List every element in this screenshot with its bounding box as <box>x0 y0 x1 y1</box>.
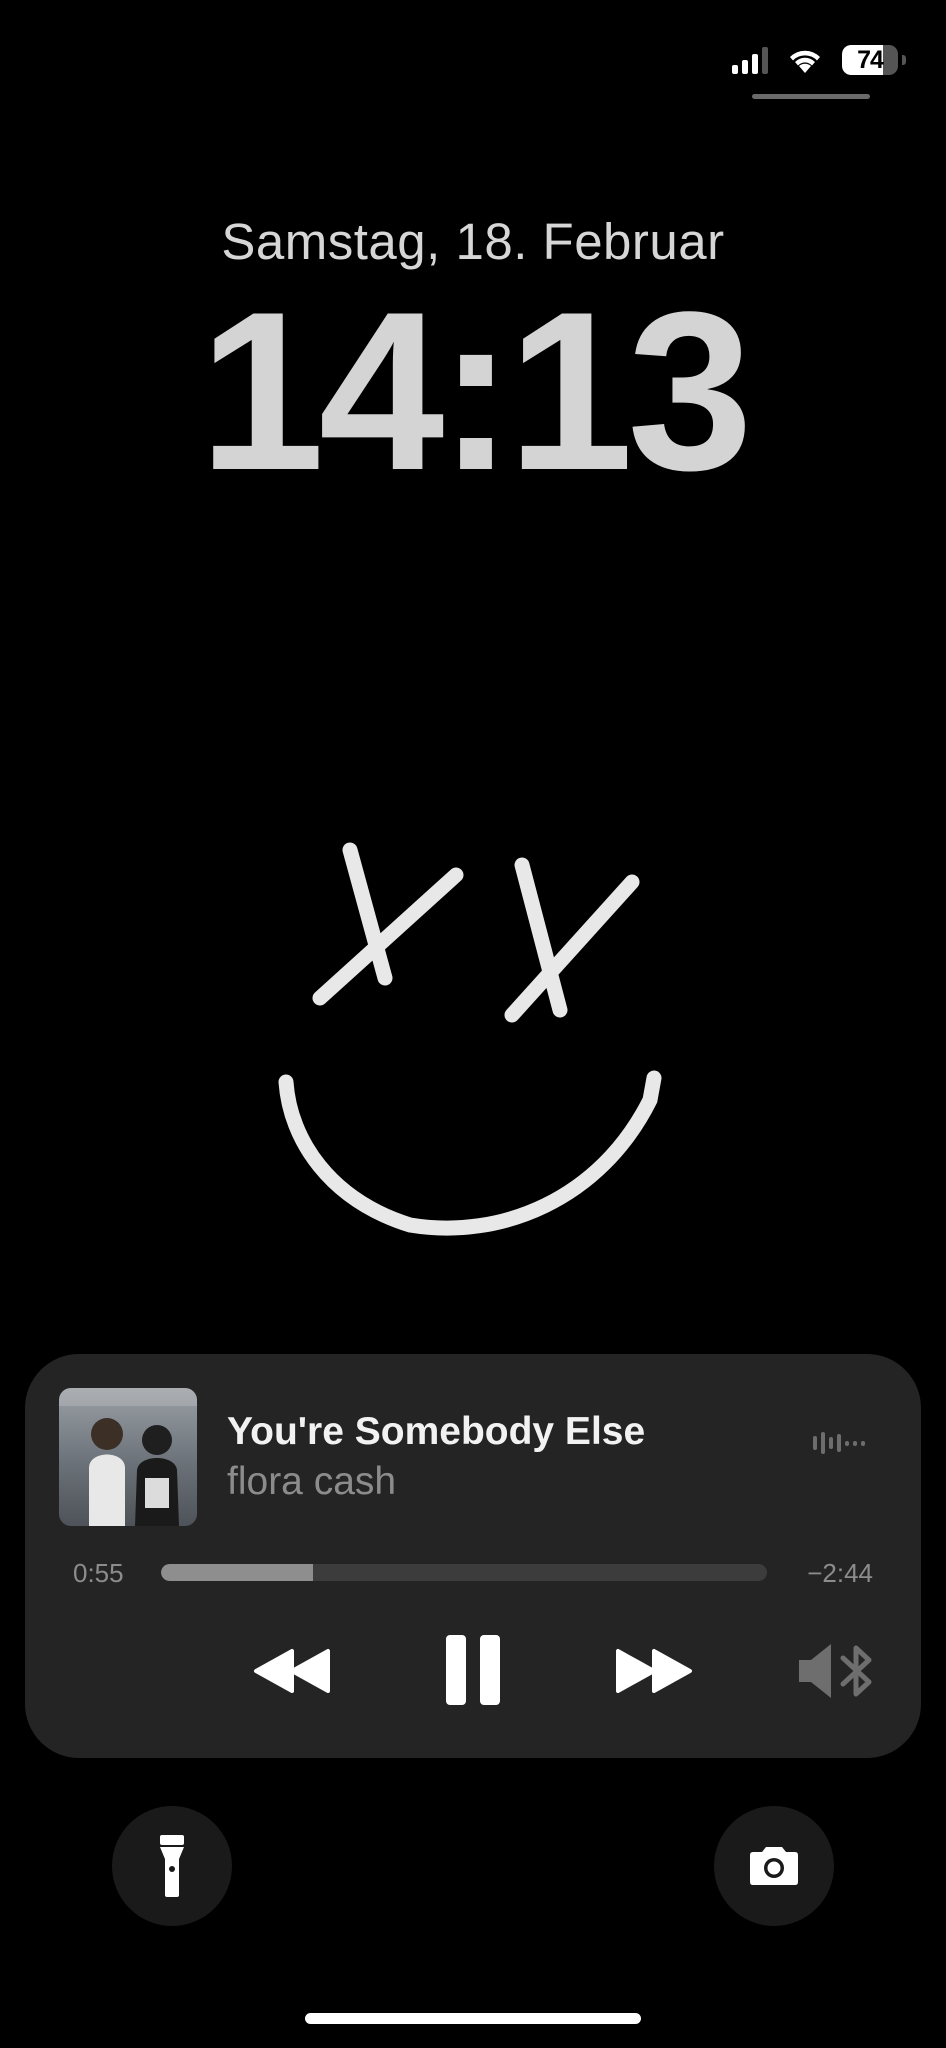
fast-forward-button[interactable] <box>609 1626 699 1716</box>
audio-output-button[interactable] <box>787 1626 887 1716</box>
remaining-time: −2:44 <box>807 1558 873 1588</box>
flashlight-icon <box>160 1835 184 1897</box>
status-bar: 74 <box>732 40 906 80</box>
rewind-icon <box>254 1649 330 1693</box>
lockscreen-clock: 14:13 <box>198 264 753 517</box>
status-bar-divider <box>752 94 870 99</box>
playback-progress <box>161 1564 313 1581</box>
elapsed-time: 0:55 <box>73 1558 124 1588</box>
camera-button[interactable] <box>714 1806 834 1926</box>
playback-scrubber[interactable] <box>161 1564 767 1581</box>
home-indicator[interactable] <box>305 2013 641 2024</box>
song-title: You're Somebody Else <box>227 1410 646 1453</box>
battery-percent: 74 <box>857 45 884 74</box>
album-artwork[interactable] <box>59 1388 197 1526</box>
pause-button[interactable] <box>428 1622 518 1718</box>
fast-forward-icon <box>616 1649 692 1693</box>
now-playing-widget[interactable]: You're Somebody Else flora cash 0:55 −2:… <box>25 1354 921 1758</box>
pause-icon <box>446 1635 500 1705</box>
song-artist: flora cash <box>227 1460 397 1503</box>
speaker-bluetooth-icon <box>799 1644 872 1698</box>
rewind-button[interactable] <box>247 1626 337 1716</box>
wallpaper-smiley <box>278 842 662 1236</box>
wifi-icon <box>790 50 820 73</box>
camera-icon <box>750 1847 798 1885</box>
battery-indicator: 74 <box>842 45 906 75</box>
waveform-icon[interactable] <box>813 1432 865 1454</box>
cellular-signal-icon <box>732 46 768 74</box>
lockscreen-date: Samstag, 18. Februar <box>221 213 725 270</box>
flashlight-button[interactable] <box>112 1806 232 1926</box>
